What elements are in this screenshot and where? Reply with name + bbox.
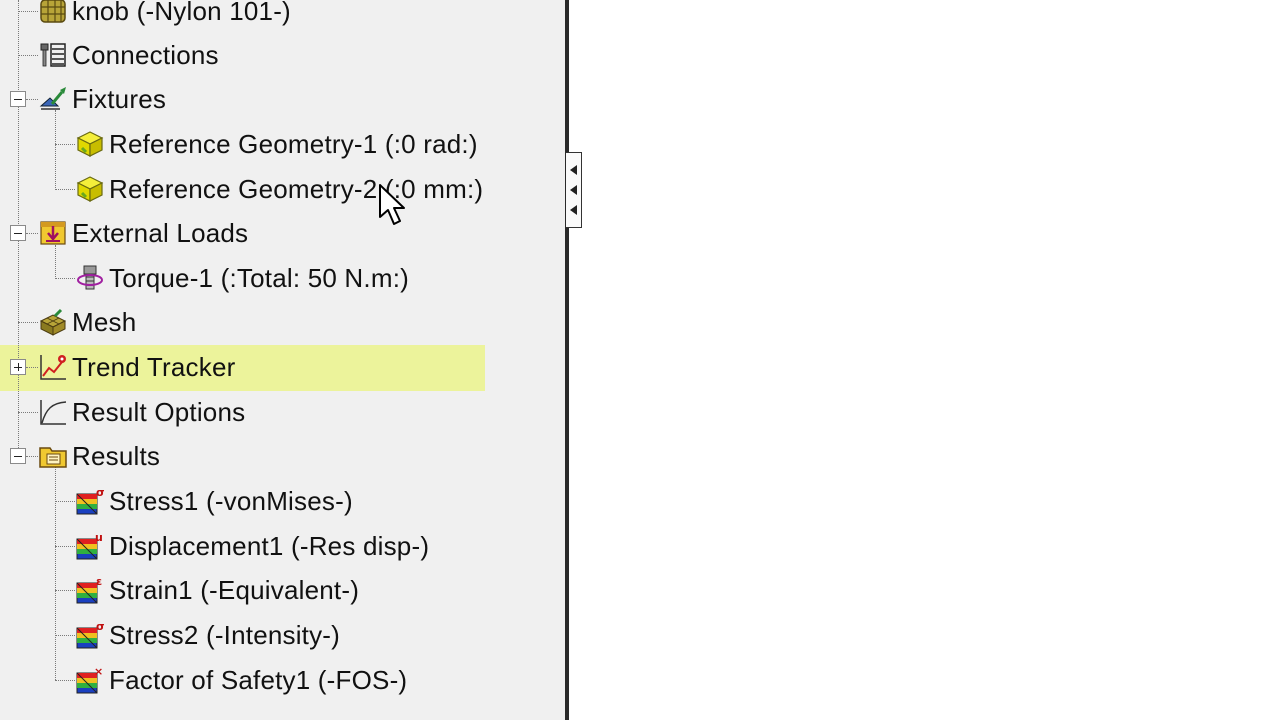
tree-item-label: Result Options — [72, 396, 246, 427]
tree-item-connections[interactable]: Connections — [38, 35, 219, 75]
material-grid-icon — [38, 0, 68, 26]
connections-icon — [38, 40, 68, 70]
result-options-icon — [38, 397, 68, 427]
tree-item-label: Reference Geometry-1 (:0 rad:) — [109, 128, 478, 159]
mesh-icon — [38, 307, 68, 337]
tree-item-label: Connections — [72, 39, 219, 70]
tree-item-label: Results — [72, 440, 161, 471]
svg-text:σ: σ — [96, 486, 105, 499]
tree-item-label: Displacement1 (-Res disp-) — [109, 530, 430, 561]
tree-item-label: Stress1 (-vonMises-) — [109, 485, 353, 516]
tree-item-external-loads[interactable]: External Loads — [38, 213, 248, 253]
external-loads-icon — [38, 218, 68, 248]
tree-item-strain1[interactable]: ε Strain1 (-Equivalent-) — [75, 570, 359, 610]
svg-text:×: × — [94, 665, 103, 678]
displacement-plot-icon: u — [75, 531, 105, 561]
fixtures-icon — [38, 84, 68, 114]
reference-geometry-icon — [75, 129, 105, 159]
stress-plot-icon: σ — [75, 620, 105, 650]
tree-item-label: Fixtures — [72, 83, 167, 114]
tree-item-label: Torque-1 (:Total: 50 N.m:) — [109, 262, 409, 293]
trend-tracker-expand-toggle[interactable] — [10, 359, 26, 375]
tree-item-mesh[interactable]: Mesh — [38, 302, 136, 342]
tree-item-label: Mesh — [72, 306, 137, 337]
tree-item-label: knob (-Nylon 101-) — [72, 0, 291, 26]
mouse-pointer-icon — [379, 184, 405, 225]
tree-item-label: Reference Geometry-2 (:0 mm:) — [109, 173, 484, 204]
tree-item-trend-tracker[interactable]: Trend Tracker — [38, 347, 235, 387]
collapse-arrow-icon — [570, 165, 577, 175]
tree-item-knob-material[interactable]: knob (-Nylon 101-) — [38, 0, 291, 31]
results-collapse-toggle[interactable] — [10, 448, 26, 464]
svg-text:u: u — [95, 531, 103, 544]
graphics-area[interactable] — [569, 0, 1280, 720]
tree-item-results[interactable]: Results — [38, 436, 160, 476]
simulation-tree-panel: knob (-Nylon 101-) Connections Fixtures … — [0, 0, 565, 720]
svg-text:σ: σ — [96, 620, 105, 633]
tree-item-stress1[interactable]: σ Stress1 (-vonMises-) — [75, 481, 353, 521]
tree-item-fixtures[interactable]: Fixtures — [38, 79, 166, 119]
tree-item-displacement1[interactable]: u Displacement1 (-Res disp-) — [75, 526, 429, 566]
tree-item-reference-geometry-1[interactable]: Reference Geometry-1 (:0 rad:) — [75, 124, 478, 164]
reference-geometry-icon — [75, 174, 105, 204]
panel-splitter[interactable] — [565, 0, 569, 720]
simulation-tree: knob (-Nylon 101-) Connections Fixtures … — [0, 0, 565, 720]
tree-item-label: Strain1 (-Equivalent-) — [109, 574, 360, 605]
trend-tracker-icon — [38, 352, 68, 382]
tree-item-label: External Loads — [72, 217, 249, 248]
collapse-arrow-icon — [570, 205, 577, 215]
torque-icon — [75, 263, 105, 293]
tree-item-reference-geometry-2[interactable]: Reference Geometry-2 (:0 mm:) — [75, 169, 483, 209]
tree-item-stress2[interactable]: σ Stress2 (-Intensity-) — [75, 615, 340, 655]
svg-text:ε: ε — [96, 575, 102, 588]
strain-plot-icon: ε — [75, 575, 105, 605]
panel-collapse-handle[interactable] — [566, 152, 582, 228]
tree-item-label: Stress2 (-Intensity-) — [109, 619, 341, 650]
tree-item-factor-of-safety1[interactable]: × Factor of Safety1 (-FOS-) — [75, 660, 407, 700]
factor-of-safety-plot-icon: × — [75, 665, 105, 695]
tree-item-torque-1[interactable]: Torque-1 (:Total: 50 N.m:) — [75, 258, 409, 298]
tree-item-label: Factor of Safety1 (-FOS-) — [109, 664, 408, 695]
fixtures-collapse-toggle[interactable] — [10, 91, 26, 107]
tree-item-label: Trend Tracker — [72, 351, 236, 382]
external-loads-collapse-toggle[interactable] — [10, 225, 26, 241]
stress-plot-icon: σ — [75, 486, 105, 516]
tree-item-result-options[interactable]: Result Options — [38, 392, 245, 432]
results-folder-icon — [38, 441, 68, 471]
collapse-arrow-icon — [570, 185, 577, 195]
